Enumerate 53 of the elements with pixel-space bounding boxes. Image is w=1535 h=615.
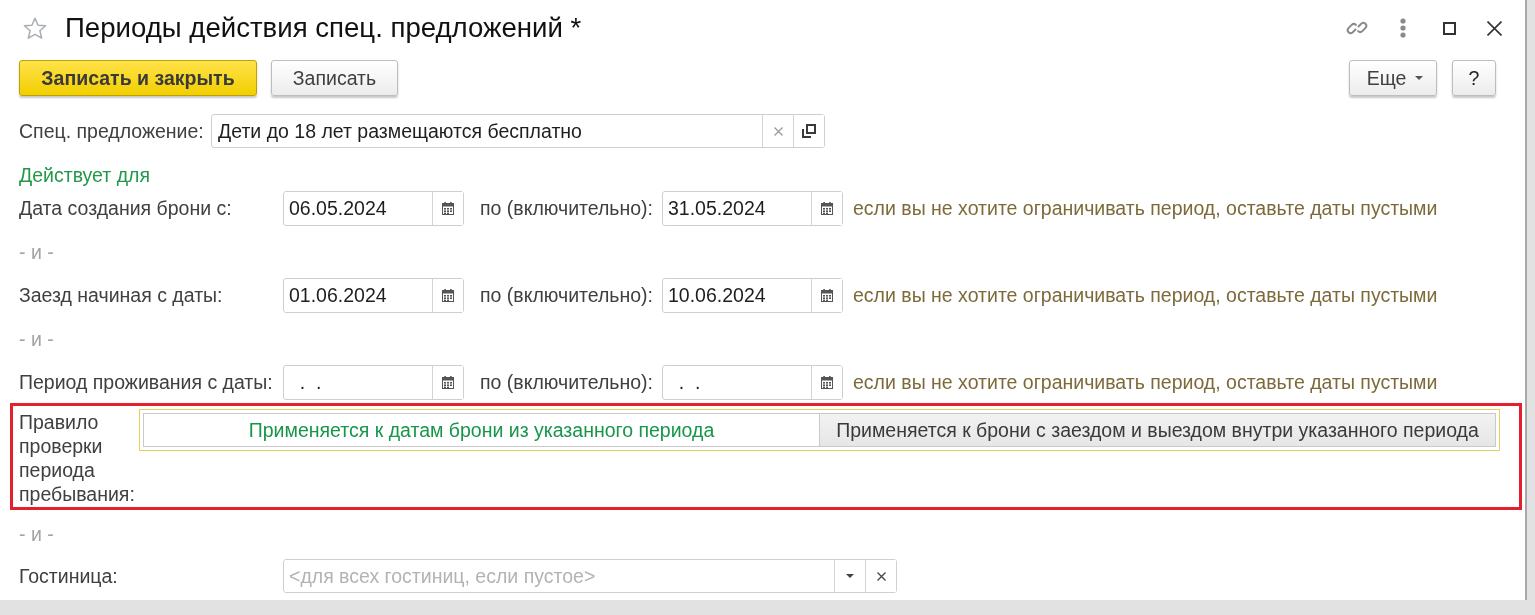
caret-icon [1415, 76, 1424, 80]
open-button[interactable] [793, 115, 824, 147]
calendar-icon [442, 376, 454, 389]
field-label: Правило проверки периода пребывания: [19, 410, 136, 506]
date-field[interactable]: 31.05.2024 [662, 191, 843, 226]
clear-button[interactable] [865, 560, 896, 592]
field-label: по (включительно): [480, 283, 655, 308]
separator-text: - и - [19, 523, 54, 546]
calendar-button[interactable] [811, 279, 842, 312]
calendar-button[interactable] [811, 366, 842, 399]
calendar-icon [821, 289, 833, 302]
section-title: Действует для [19, 163, 150, 187]
save-button[interactable]: Записать [271, 60, 398, 96]
date-field[interactable]: . . [283, 365, 464, 400]
calendar-icon [442, 289, 454, 302]
window-title: Периоды действия спец. предложений * [65, 12, 582, 44]
field-label: Заезд начиная с даты: [19, 283, 224, 308]
hint-text: если вы не хотите ограничивать период, оставьте даты пустыми [853, 196, 1438, 221]
toggle-option[interactable]: Применяется к брони с заездом и выездом внутри указанного периода [820, 413, 1496, 447]
separator-text: - и - [19, 327, 54, 351]
help-button[interactable]: ? [1452, 60, 1496, 96]
save-and-close-button[interactable]: Записать и закрыть [19, 60, 257, 96]
caret-icon [846, 574, 854, 578]
field-label: Спец. предложение: [19, 118, 205, 144]
open-window-icon [802, 124, 816, 138]
clear-icon [773, 126, 783, 136]
separator-text: - и - [19, 240, 54, 264]
calendar-icon [821, 376, 833, 389]
field-label: по (включительно): [480, 370, 655, 395]
calendar-button[interactable] [432, 192, 463, 225]
hint-text: если вы не хотите ограничивать период, оставьте даты пустыми [853, 283, 1438, 308]
calendar-icon [442, 202, 454, 215]
date-field[interactable]: 01.06.2024 [283, 278, 464, 313]
calendar-icon [821, 202, 833, 215]
date-field[interactable]: 10.06.2024 [662, 278, 843, 313]
field-label: по (включительно): [480, 196, 655, 221]
field-label: Дата создания брони с: [19, 196, 233, 221]
date-field[interactable]: 06.05.2024 [283, 191, 464, 226]
maximize-icon[interactable] [1443, 21, 1456, 35]
field-label: Период проживания с даты: [19, 370, 274, 395]
close-icon[interactable] [1487, 20, 1502, 36]
clear-icon [876, 571, 886, 581]
calendar-button[interactable] [432, 279, 463, 312]
star-icon[interactable] [23, 16, 47, 40]
more-icon[interactable] [1400, 18, 1406, 38]
date-field[interactable]: . . [662, 365, 843, 400]
toggle-option[interactable]: Применяется к датам брони из указанного периода [143, 413, 820, 447]
hint-text: если вы не хотите ограничивать период, оставьте даты пустыми [853, 370, 1438, 395]
calendar-button[interactable] [432, 366, 463, 399]
special-offer-field[interactable]: Дети до 18 лет размещаются бесплатно [211, 114, 825, 148]
calendar-button[interactable] [811, 192, 842, 225]
more-button[interactable]: Еще [1349, 60, 1437, 96]
field-label: Гостиница: [19, 563, 119, 589]
